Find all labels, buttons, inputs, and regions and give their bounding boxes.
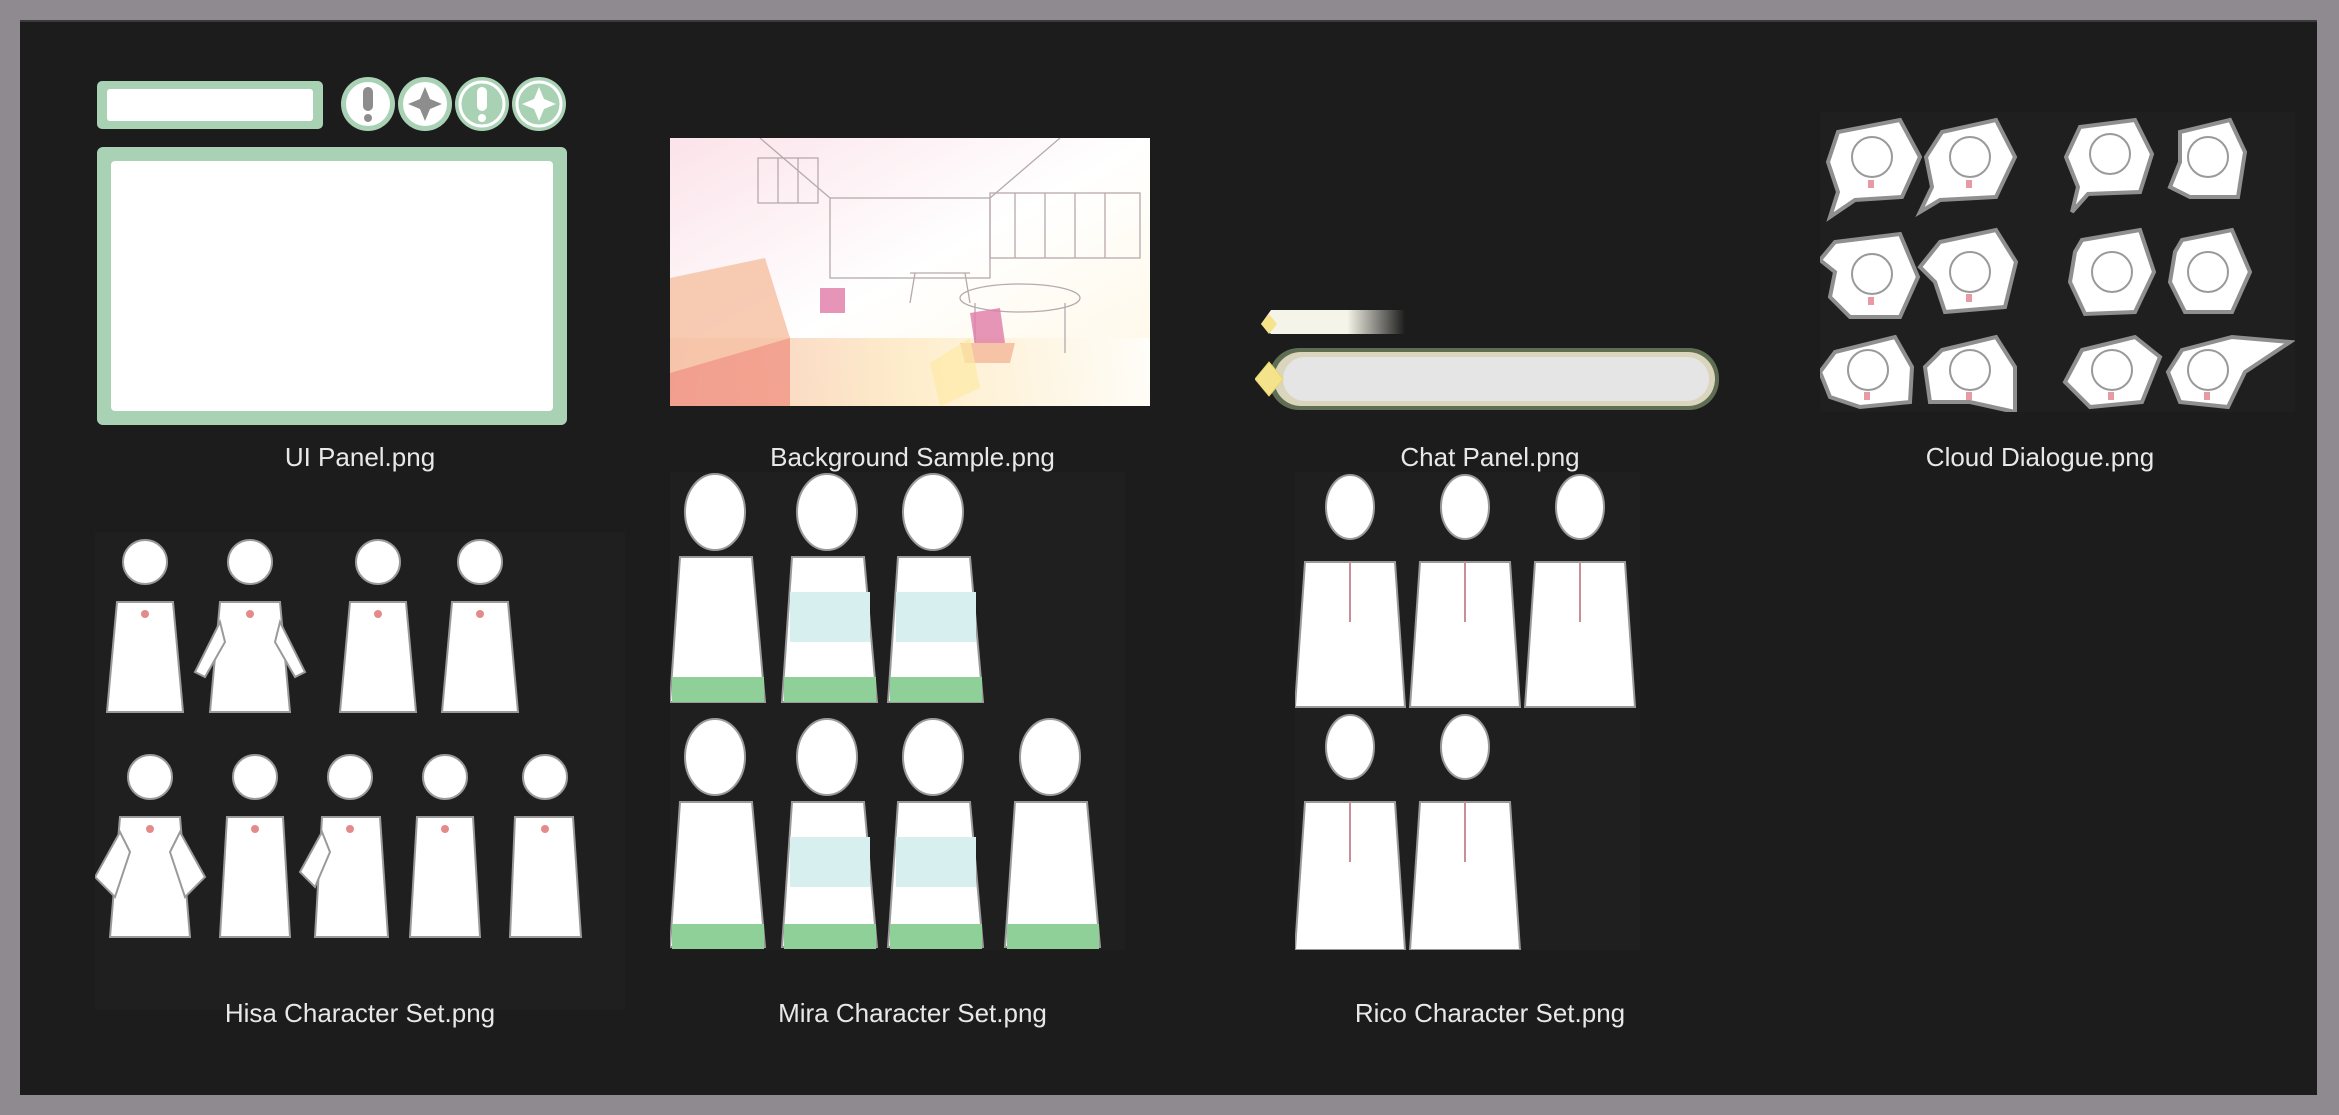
- classroom-background-thumbnail: [670, 138, 1150, 406]
- file-name: Cloud Dialogue.png: [1925, 442, 2155, 472]
- file-item-rico-character-set[interactable]: Rico Character Set.png: [1230, 472, 1750, 1052]
- file-item-chat-panel[interactable]: Chat Panel.png: [1230, 52, 1750, 492]
- file-name: Mira Character Set.png: [778, 998, 1047, 1028]
- chat-panel-thumbnail: [1255, 302, 1725, 412]
- ui-panel-thumbnail: [95, 77, 625, 467]
- file-browser-window: UI Panel.png Background Sample.png Chat …: [20, 20, 2317, 1095]
- file-item-cloud-dialogue[interactable]: Cloud Dialogue.png: [1800, 52, 2295, 492]
- file-item-background-sample[interactable]: Background Sample.png: [650, 52, 1175, 492]
- speech-bubbles-thumbnail: [1820, 112, 2295, 412]
- character-sprites-thumbnail: [95, 532, 625, 1010]
- file-item-mira-character-set[interactable]: Mira Character Set.png: [650, 472, 1175, 1052]
- character-sprites-thumbnail: [670, 472, 1125, 950]
- file-item-ui-panel[interactable]: UI Panel.png: [70, 52, 650, 492]
- file-name: Chat Panel.png: [1400, 442, 1580, 472]
- file-name: UI Panel.png: [284, 442, 436, 472]
- file-item-hisa-character-set[interactable]: Hisa Character Set.png: [70, 492, 650, 1052]
- file-name: Background Sample.png: [770, 442, 1055, 472]
- file-name: Rico Character Set.png: [1354, 998, 1626, 1028]
- file-name: Hisa Character Set.png: [224, 998, 496, 1028]
- character-sprites-thumbnail: [1295, 472, 1640, 950]
